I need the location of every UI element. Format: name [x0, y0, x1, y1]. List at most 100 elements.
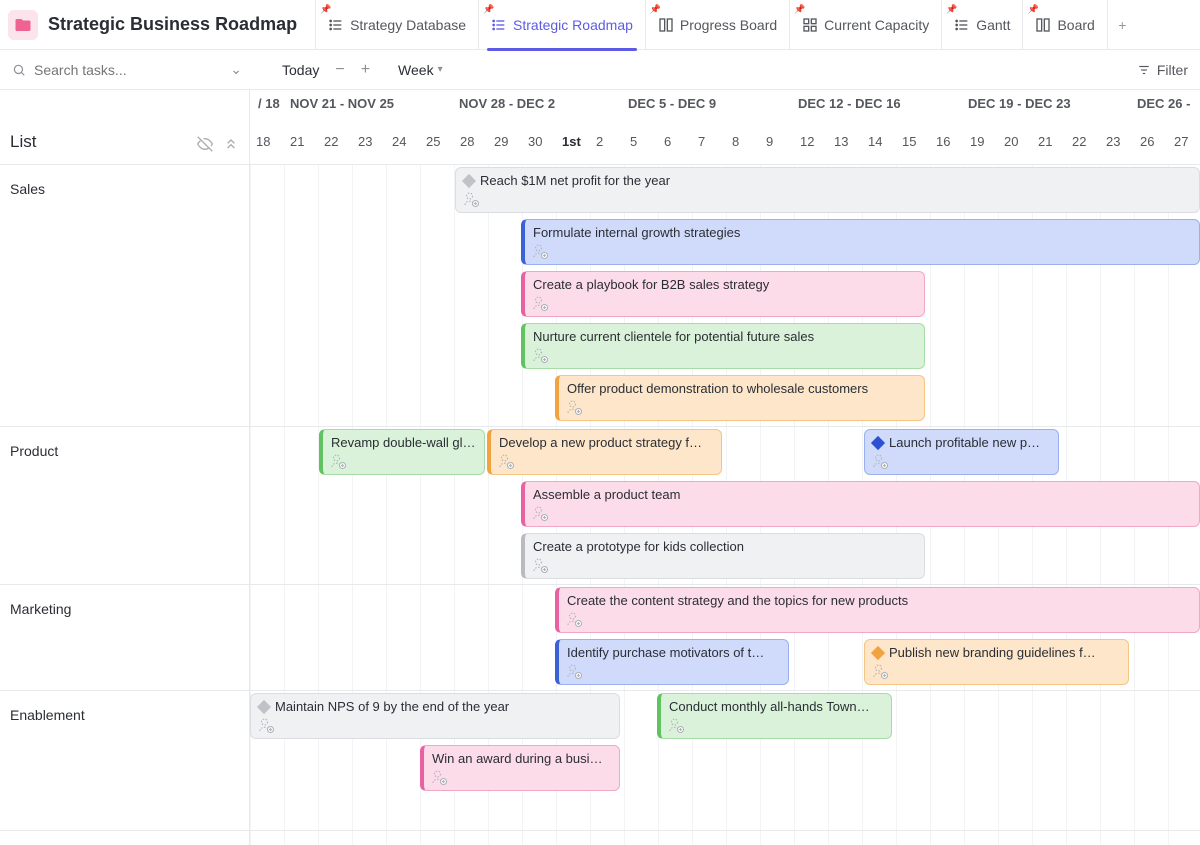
day-label: 12 [800, 134, 814, 149]
search-box[interactable]: ⌄ [12, 61, 242, 78]
today-button[interactable]: Today [282, 62, 319, 78]
group-label: Product [10, 443, 58, 459]
day-label: 25 [426, 134, 440, 149]
filter-button[interactable]: Filter [1137, 62, 1188, 78]
pin-icon: 📌 [1027, 4, 1038, 15]
task-label-text: Conduct monthly all-hands Town… [669, 698, 870, 716]
day-label: 15 [902, 134, 916, 149]
pin-icon: 📌 [794, 4, 805, 15]
assign-button[interactable] [430, 768, 448, 786]
search-icon [12, 63, 26, 77]
assign-button[interactable] [497, 452, 515, 470]
weeks-row: / 18NOV 21 - NOV 25NOV 28 - DEC 2DEC 5 -… [250, 90, 1200, 120]
task-label-text: Launch profitable new p… [889, 434, 1040, 452]
add-tab-button[interactable]: + [1107, 0, 1137, 50]
collapse-icon[interactable] [223, 136, 239, 152]
day-label: 22 [1072, 134, 1086, 149]
assign-button[interactable] [531, 242, 549, 260]
task-bar[interactable]: Nurture current clientele for potential … [521, 323, 925, 369]
group-row: Maintain NPS of 9 by the end of the year… [250, 691, 1200, 831]
task-bar[interactable]: Develop a new product strategy f… [487, 429, 722, 475]
day-label: 23 [358, 134, 372, 149]
task-label-text: Identify purchase motivators of t… [567, 644, 764, 662]
day-label: 2 [596, 134, 603, 149]
task-bar[interactable]: Formulate internal growth strategies [521, 219, 1200, 265]
task-label-text: Reach $1M net profit for the year [480, 172, 670, 190]
pin-icon: 📌 [320, 4, 331, 15]
day-label: 6 [664, 134, 671, 149]
group-marketing: Marketing [0, 585, 249, 691]
assign-button[interactable] [667, 716, 685, 734]
day-label: 8 [732, 134, 739, 149]
day-label: 14 [868, 134, 882, 149]
assign-button[interactable] [531, 346, 549, 364]
group-row: Create the content strategy and the topi… [250, 585, 1200, 691]
assign-button[interactable] [531, 504, 549, 522]
filter-icon [1137, 63, 1151, 77]
timeline[interactable]: / 18NOV 21 - NOV 25NOV 28 - DEC 2DEC 5 -… [250, 90, 1200, 845]
assign-button[interactable] [565, 610, 583, 628]
day-label: 7 [698, 134, 705, 149]
milestone-icon [871, 646, 885, 660]
task-bar[interactable]: Publish new branding guidelines f… [864, 639, 1129, 685]
pin-icon: 📌 [650, 4, 661, 15]
tabs: 📌Strategy Database📌Strategic Roadmap📌Pro… [315, 0, 1107, 50]
assign-button[interactable] [531, 556, 549, 574]
task-bar[interactable]: Win an award during a busi… [420, 745, 620, 791]
week-label: NOV 28 - DEC 2 [459, 96, 555, 111]
task-label-text: Offer product demonstration to wholesale… [567, 380, 868, 398]
task-bar[interactable]: Conduct monthly all-hands Town… [657, 693, 892, 739]
tab-board[interactable]: 📌Board [1022, 0, 1106, 50]
tab-label: Current Capacity [824, 17, 929, 33]
task-bar[interactable]: Maintain NPS of 9 by the end of the year [250, 693, 620, 739]
task-label-text: Formulate internal growth strategies [533, 224, 740, 242]
milestone-icon [462, 174, 476, 188]
tab-current-capacity[interactable]: 📌 Current Capacity [789, 0, 941, 50]
tab-strategy-database[interactable]: 📌Strategy Database [315, 0, 478, 50]
assign-button[interactable] [329, 452, 347, 470]
zoom-in-button[interactable]: + [361, 61, 370, 79]
day-label: 1st [562, 134, 581, 149]
day-label: 23 [1106, 134, 1120, 149]
zoom-out-button[interactable]: − [335, 61, 344, 79]
week-label: / 18 [258, 96, 280, 111]
assign-button[interactable] [871, 662, 889, 680]
day-label: 9 [766, 134, 773, 149]
task-bar[interactable]: Create a prototype for kids collection [521, 533, 925, 579]
task-bar[interactable]: Create a playbook for B2B sales strategy [521, 271, 925, 317]
timescale-selector[interactable]: Week ▾ [398, 62, 443, 78]
group-enablement: Enablement [0, 691, 249, 831]
assign-button[interactable] [462, 190, 480, 208]
task-bar[interactable]: Revamp double-wall gl… [319, 429, 485, 475]
tab-gantt[interactable]: 📌Gantt [941, 0, 1022, 50]
task-bar[interactable]: Launch profitable new p… [864, 429, 1059, 475]
task-bar[interactable]: Assemble a product team [521, 481, 1200, 527]
task-label-text: Nurture current clientele for potential … [533, 328, 814, 346]
task-bar[interactable]: Offer product demonstration to wholesale… [555, 375, 925, 421]
tab-progress-board[interactable]: 📌Progress Board [645, 0, 789, 50]
task-label-text: Create the content strategy and the topi… [567, 592, 908, 610]
chevron-down-icon[interactable]: ⌄ [230, 61, 242, 78]
caret-down-icon: ▾ [438, 64, 443, 75]
sidebar-title: List [10, 132, 36, 152]
day-label: 5 [630, 134, 637, 149]
pin-icon: 📌 [483, 4, 494, 15]
task-bar[interactable]: Create the content strategy and the topi… [555, 587, 1200, 633]
day-label: 22 [324, 134, 338, 149]
assign-button[interactable] [531, 294, 549, 312]
task-label-text: Win an award during a busi… [432, 750, 603, 768]
tab-strategic-roadmap[interactable]: 📌Strategic Roadmap [478, 0, 645, 50]
folder-icon [8, 10, 38, 40]
task-label-text: Develop a new product strategy f… [499, 434, 702, 452]
assign-button[interactable] [565, 662, 583, 680]
page-title: Strategic Business Roadmap [48, 14, 297, 35]
group-label: Enablement [10, 707, 85, 723]
hide-icon[interactable] [197, 136, 213, 152]
assign-button[interactable] [257, 716, 275, 734]
search-input[interactable] [34, 62, 184, 78]
assign-button[interactable] [565, 398, 583, 416]
task-bar[interactable]: Identify purchase motivators of t… [555, 639, 789, 685]
day-label: 16 [936, 134, 950, 149]
task-bar[interactable]: Reach $1M net profit for the year [455, 167, 1200, 213]
assign-button[interactable] [871, 452, 889, 470]
